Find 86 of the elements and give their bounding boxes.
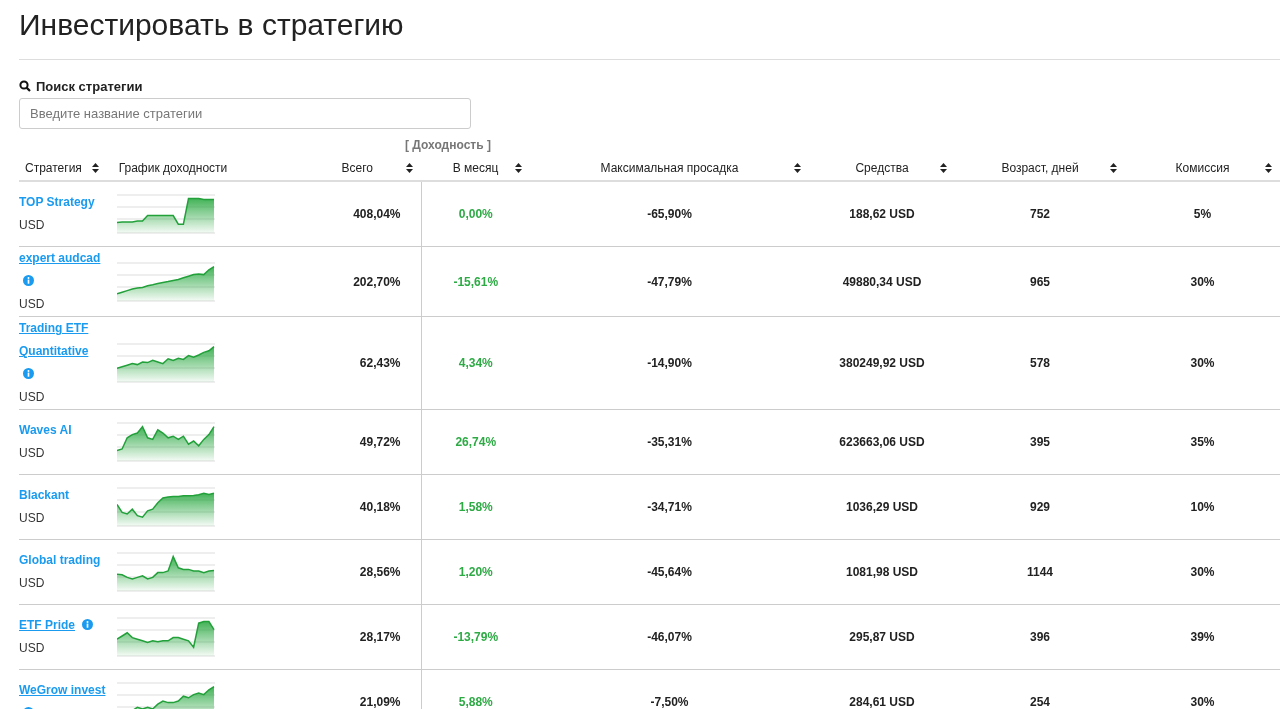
max-drawdown: -65,90% <box>647 207 692 221</box>
search-field[interactable]: Введите название стратегии <box>19 98 471 129</box>
funds-value: 188,62 USD <box>849 207 915 221</box>
strategy-link[interactable]: Trading ETF Quantitative <box>19 317 111 363</box>
max-drawdown: -14,90% <box>647 356 692 370</box>
funds-value: 1081,98 USD <box>845 565 918 579</box>
commission-value: 5% <box>1193 207 1212 221</box>
column-header[interactable]: Всего <box>341 161 373 175</box>
monthly-return: 0,00% <box>458 207 493 221</box>
monthly-return: 4,34% <box>458 356 493 370</box>
max-drawdown: -45,64% <box>647 565 692 579</box>
funds-value: 284,61 USD <box>849 695 915 709</box>
max-drawdown: -35,31% <box>647 435 692 449</box>
age-days: 254 <box>1030 695 1050 709</box>
column-header[interactable]: Максимальная просадка <box>600 161 739 175</box>
strategy-link[interactable]: Blackant <box>19 484 70 507</box>
info-icon[interactable] <box>82 619 94 630</box>
monthly-return: 1,58% <box>458 500 493 514</box>
currency-label: USD <box>19 445 46 462</box>
total-return: 21,09% <box>359 695 401 709</box>
total-return: 62,43% <box>359 356 401 370</box>
total-return: 28,17% <box>359 630 401 644</box>
funds-value: 295,87 USD <box>849 630 915 644</box>
strategy-link[interactable]: WeGrow invest <box>19 679 106 702</box>
commission-value: 30% <box>1190 695 1215 709</box>
commission-value: 30% <box>1190 274 1215 289</box>
currency-label: USD <box>19 296 46 313</box>
sort-icon[interactable] <box>1265 163 1272 173</box>
column-header[interactable]: Средства <box>855 161 909 175</box>
commission-value: 10% <box>1190 500 1215 514</box>
sort-icon[interactable] <box>794 163 801 173</box>
max-drawdown: -47,79% <box>647 274 692 289</box>
funds-value: 380249,92 USD <box>839 356 925 370</box>
page-title: Инвестировать в стратегию <box>19 7 405 43</box>
currency-label: USD <box>19 640 46 657</box>
total-return: 202,70% <box>353 274 401 289</box>
currency-label: USD <box>19 389 46 406</box>
total-return: 49,72% <box>359 435 401 449</box>
sort-icon[interactable] <box>1110 163 1117 173</box>
strategy-link[interactable]: Waves AI <box>19 419 72 442</box>
age-days: 1144 <box>1026 565 1053 579</box>
strategy-link[interactable]: expert audcad <box>19 247 101 270</box>
currency-label: USD <box>19 217 46 234</box>
column-header[interactable]: Стратегия <box>25 161 82 175</box>
search-icon <box>19 80 31 92</box>
total-return: 40,18% <box>359 500 401 514</box>
strategy-link[interactable]: Global trading <box>19 549 101 572</box>
search-label: Поиск стратегии <box>36 78 143 94</box>
age-days: 396 <box>1030 630 1050 644</box>
total-return: 408,04% <box>353 207 401 221</box>
age-days: 395 <box>1030 435 1050 449</box>
sort-icon[interactable] <box>91 163 99 173</box>
strategy-link[interactable]: TOP Strategy <box>19 191 95 214</box>
monthly-return: 5,88% <box>458 695 493 709</box>
monthly-return: -13,79% <box>453 630 499 644</box>
funds-value: 1036,29 USD <box>845 500 918 514</box>
monthly-return: 26,74% <box>455 435 497 449</box>
currency-label: USD <box>19 510 46 527</box>
age-days: 965 <box>1030 274 1050 289</box>
age-days: 929 <box>1030 500 1050 514</box>
commission-value: 39% <box>1190 630 1215 644</box>
age-days: 752 <box>1030 207 1050 221</box>
max-drawdown: -46,07% <box>647 630 692 644</box>
column-header[interactable]: В месяц <box>452 161 499 175</box>
funds-value: 49880,34 USD <box>842 274 922 289</box>
max-drawdown: -34,71% <box>647 500 692 514</box>
commission-value: 30% <box>1190 356 1215 370</box>
age-days: 578 <box>1030 356 1050 370</box>
column-header[interactable]: Возраст, дней <box>1001 161 1079 175</box>
column-group-label: [ Доходность ] <box>405 138 491 152</box>
currency-label: USD <box>19 575 46 592</box>
monthly-return: 1,20% <box>458 565 493 579</box>
sort-icon[interactable] <box>406 163 413 173</box>
strategy-link[interactable]: ETF Pride <box>19 614 75 637</box>
sort-icon[interactable] <box>940 163 947 173</box>
funds-value: 623663,06 USD <box>839 435 925 449</box>
info-icon[interactable] <box>23 368 34 379</box>
commission-value: 35% <box>1190 435 1215 449</box>
column-header: График доходности <box>118 161 228 175</box>
sort-icon[interactable] <box>515 163 522 173</box>
column-header[interactable]: Комиссия <box>1175 161 1230 175</box>
info-icon[interactable] <box>23 275 34 286</box>
commission-value: 30% <box>1190 565 1215 579</box>
max-drawdown: -7,50% <box>650 695 689 709</box>
monthly-return: -15,61% <box>453 274 499 289</box>
total-return: 28,56% <box>359 565 401 579</box>
